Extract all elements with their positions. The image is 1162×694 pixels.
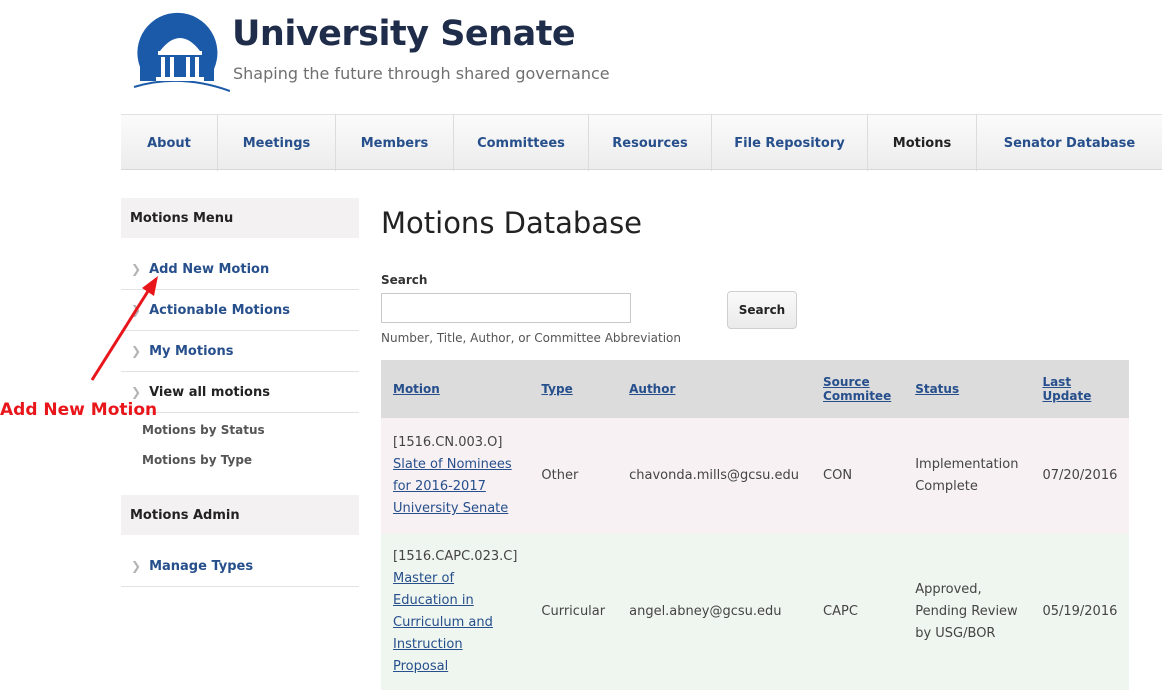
- search-input[interactable]: [381, 293, 631, 323]
- nav-item-resources[interactable]: Resources: [589, 115, 712, 171]
- motion-type: Other: [529, 418, 618, 534]
- search-label: Search: [381, 273, 428, 287]
- search-help-text: Number, Title, Author, or Committee Abbr…: [381, 331, 681, 345]
- column-header-motion[interactable]: Motion: [381, 360, 530, 418]
- column-header-last-update[interactable]: Last Update: [1030, 360, 1130, 418]
- site-tagline: Shaping the future through shared govern…: [233, 64, 610, 83]
- nav-item-committees[interactable]: Committees: [454, 115, 589, 171]
- nav-item-about[interactable]: About: [121, 115, 218, 171]
- sidebar-link-label: Manage Types: [149, 558, 254, 574]
- sidebar-sublink-motions-by-status[interactable]: Motions by Status: [142, 423, 265, 437]
- search-button[interactable]: Search: [727, 291, 797, 329]
- motion-number: [1516.CAPC.023.C]: [393, 549, 518, 564]
- motions-table: Motion Type Author Source Commitee Status…: [381, 360, 1130, 690]
- motion-author: angel.abney@gcsu.edu: [617, 534, 812, 690]
- nav-item-file-repository[interactable]: File Repository: [712, 115, 868, 171]
- motions-menu-heading: Motions Menu: [121, 198, 359, 238]
- motion-number: [1516.CN.003.O]: [393, 435, 503, 450]
- motion-title-link[interactable]: Slate of Nominees for 2016-2017 Universi…: [393, 457, 512, 516]
- motion-source: CAPC: [811, 534, 904, 690]
- table-row: [1516.CN.003.O] Slate of Nominees for 20…: [381, 418, 1130, 534]
- table-row: [1516.CAPC.023.C] Master of Education in…: [381, 534, 1130, 690]
- motion-last-update: 05/19/2016: [1030, 534, 1130, 690]
- column-header-source-committee[interactable]: Source Commitee: [811, 360, 904, 418]
- nav-item-meetings[interactable]: Meetings: [218, 115, 336, 171]
- column-header-status[interactable]: Status: [903, 360, 1031, 418]
- nav-item-members[interactable]: Members: [336, 115, 454, 171]
- motion-status: Approved, Pending Review by USG/BOR: [903, 534, 1031, 690]
- motion-status: Implementation Complete: [903, 418, 1031, 534]
- motion-author: chavonda.mills@gcsu.edu: [617, 418, 812, 534]
- motion-cell: [1516.CN.003.O] Slate of Nominees for 20…: [381, 418, 530, 534]
- site-title[interactable]: University Senate: [232, 14, 576, 54]
- nav-item-motions[interactable]: Motions: [868, 115, 977, 171]
- motion-last-update: 07/20/2016: [1030, 418, 1130, 534]
- motion-title-link[interactable]: Master of Education in Curriculum and In…: [393, 571, 493, 674]
- sidebar-link-label: Actionable Motions: [149, 302, 291, 318]
- nav-item-senator-database[interactable]: Senator Database: [977, 115, 1162, 171]
- motion-type: Curricular: [529, 534, 618, 690]
- table-header-row: Motion Type Author Source Commitee Status…: [381, 360, 1130, 418]
- chevron-right-icon: ❯: [131, 559, 142, 573]
- main-nav: About Meetings Members Committees Resour…: [121, 114, 1162, 171]
- motions-admin-heading: Motions Admin: [121, 495, 359, 535]
- column-header-author[interactable]: Author: [617, 360, 812, 418]
- university-senate-logo[interactable]: [130, 11, 230, 95]
- sidebar-sublink-motions-by-type[interactable]: Motions by Type: [142, 453, 252, 467]
- sidebar-link-manage-types[interactable]: ❯ Manage Types: [121, 546, 359, 587]
- annotation-arrow-icon: [90, 276, 158, 381]
- motion-cell: [1516.CAPC.023.C] Master of Education in…: [381, 534, 530, 690]
- page-title: Motions Database: [381, 206, 643, 240]
- column-header-type[interactable]: Type: [529, 360, 618, 418]
- motion-source: CON: [811, 418, 904, 534]
- annotation-label: Add New Motion: [0, 400, 158, 420]
